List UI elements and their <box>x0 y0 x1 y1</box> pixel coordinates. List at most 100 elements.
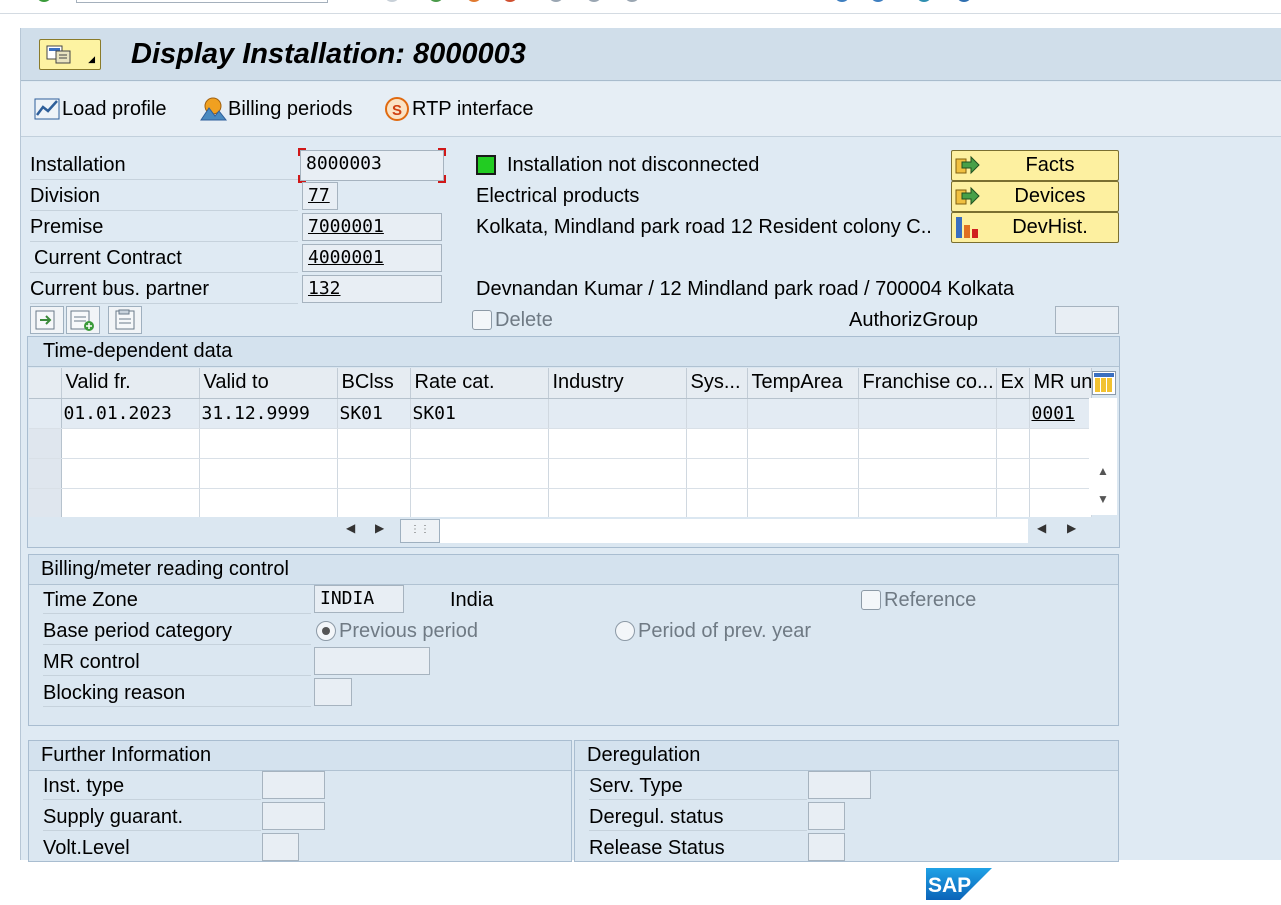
toolbar-icon[interactable] <box>870 0 886 2</box>
billing-periods-icon <box>200 97 228 121</box>
row-selector[interactable] <box>29 488 62 519</box>
premise-address: Kolkata, Mindland park road 12 Resident … <box>476 216 932 238</box>
load-profile-button[interactable]: Load profile <box>33 96 167 122</box>
premise-field[interactable]: 7000001 <box>302 213 442 241</box>
column-header[interactable]: Valid to <box>199 368 338 399</box>
prev-year-radio[interactable] <box>615 621 635 641</box>
dereg-status-field[interactable] <box>808 802 845 830</box>
table-cell <box>747 488 859 519</box>
scroll-down-icon[interactable]: ▼ <box>1097 492 1109 506</box>
reference-checkbox[interactable] <box>861 590 881 610</box>
billing-periods-button[interactable]: Billing periods <box>199 96 353 122</box>
menu-button[interactable]: ◢ <box>39 39 101 70</box>
main-frame: ◢ Display Installation: 8000003 Load pro… <box>20 28 1281 862</box>
toolbar-icon[interactable] <box>916 0 932 2</box>
contract-field[interactable]: 4000001 <box>302 244 442 272</box>
scroll-left-icon[interactable]: ◀ <box>1037 521 1046 535</box>
toolbar-icon[interactable] <box>956 0 972 2</box>
rtp-interface-icon: S <box>385 97 409 121</box>
toolbar-icon[interactable] <box>834 0 850 2</box>
sap-logo-text: SAP <box>928 874 971 897</box>
chevron-down-icon: ◢ <box>88 54 95 64</box>
table-cell <box>996 458 1030 489</box>
table-row[interactable]: 01.01.2023 31.12.9999 SK01 SK01 0001 <box>29 398 1092 429</box>
column-header[interactable]: Rate cat. <box>410 368 549 399</box>
insert-row-button[interactable] <box>66 306 100 334</box>
select-all-cell[interactable] <box>29 368 62 399</box>
horizontal-scrollbar[interactable]: ◀ ▶ ⋮⋮ ◀ ▶ <box>29 517 1117 545</box>
table-cell: 31.12.9999 <box>199 398 338 429</box>
bp-label: Current bus. partner <box>30 278 209 300</box>
column-header[interactable]: Ex <box>996 368 1030 399</box>
column-header[interactable]: Valid fr. <box>61 368 200 399</box>
authgroup-field[interactable] <box>1055 306 1119 334</box>
volt-label: Volt.Level <box>43 837 130 859</box>
table-row[interactable] <box>29 488 1092 519</box>
column-header[interactable]: TempArea <box>747 368 859 399</box>
supply-field[interactable] <box>262 802 325 830</box>
scroll-right-icon[interactable]: ▶ <box>375 521 384 535</box>
column-settings-icon[interactable] <box>1092 371 1116 395</box>
table-cell <box>1029 488 1092 519</box>
divider <box>30 179 298 180</box>
group-title: Further Information <box>29 741 571 771</box>
table-cell[interactable]: 0001 <box>1029 398 1092 429</box>
column-header[interactable]: BClss <box>337 368 411 399</box>
mr-control-field[interactable] <box>314 647 430 675</box>
table-cell <box>747 458 859 489</box>
menu-icon <box>46 45 71 64</box>
delete-checkbox[interactable] <box>472 310 492 330</box>
vertical-scrollbar[interactable]: ▲ ▼ <box>1089 398 1117 515</box>
devices-button[interactable]: Devices <box>951 181 1119 212</box>
table-cell <box>337 428 411 459</box>
rtp-interface-label: RTP interface <box>412 97 534 120</box>
row-selector[interactable] <box>29 458 62 489</box>
division-field[interactable]: 77 <box>302 182 338 210</box>
column-header[interactable]: Sys... <box>686 368 748 399</box>
details-button[interactable] <box>108 306 142 334</box>
blocking-field[interactable] <box>314 678 352 706</box>
volt-field[interactable] <box>262 833 299 861</box>
row-selector[interactable] <box>29 398 62 429</box>
table-row[interactable] <box>29 458 1092 489</box>
dereg-status-label: Deregul. status <box>589 806 724 828</box>
rtp-interface-button[interactable]: S RTP interface <box>383 96 534 122</box>
command-field[interactable] <box>76 0 328 3</box>
row-selector[interactable] <box>29 428 62 459</box>
column-header[interactable]: Franchise co... <box>858 368 997 399</box>
timezone-field[interactable]: INDIA <box>314 585 404 613</box>
table-cell <box>686 458 748 489</box>
previous-period-label: Previous period <box>339 620 478 642</box>
previous-period-radio[interactable] <box>316 621 336 641</box>
sap-logo: SAP <box>926 868 992 900</box>
scroll-up-icon[interactable]: ▲ <box>1097 464 1109 478</box>
green-check-icon[interactable] <box>36 0 52 2</box>
toolbar-icon[interactable] <box>548 0 564 2</box>
table-cell <box>548 488 687 519</box>
scroll-left-icon[interactable]: ◀ <box>346 521 355 535</box>
table-row[interactable] <box>29 428 1092 459</box>
column-header[interactable]: MR un <box>1029 368 1092 399</box>
facts-button[interactable]: Facts <box>951 150 1119 181</box>
toolbar-icon[interactable] <box>384 0 400 2</box>
inst-type-field[interactable] <box>262 771 325 799</box>
release-status-field[interactable] <box>808 833 845 861</box>
serv-type-field[interactable] <box>808 771 871 799</box>
devhist-button[interactable]: DevHist. <box>951 212 1119 243</box>
table-cell <box>199 428 338 459</box>
table-cell <box>410 458 549 489</box>
division-label: Division <box>30 185 101 207</box>
scroll-thumb[interactable]: ⋮⋮ <box>400 519 440 543</box>
toolbar-icon[interactable] <box>502 0 518 2</box>
toolbar-icon[interactable] <box>466 0 482 2</box>
toolbar-icon[interactable] <box>428 0 444 2</box>
scroll-track[interactable] <box>440 519 1028 543</box>
application-toolbar: Load profile Billing periods S RTP inter… <box>21 82 1281 137</box>
scroll-right-icon[interactable]: ▶ <box>1067 521 1076 535</box>
table-cell <box>61 458 200 489</box>
toolbar-icon[interactable] <box>624 0 640 2</box>
copy-button[interactable] <box>30 306 64 334</box>
bp-field[interactable]: 132 <box>302 275 442 303</box>
toolbar-icon[interactable] <box>586 0 602 2</box>
column-header[interactable]: Industry <box>548 368 687 399</box>
